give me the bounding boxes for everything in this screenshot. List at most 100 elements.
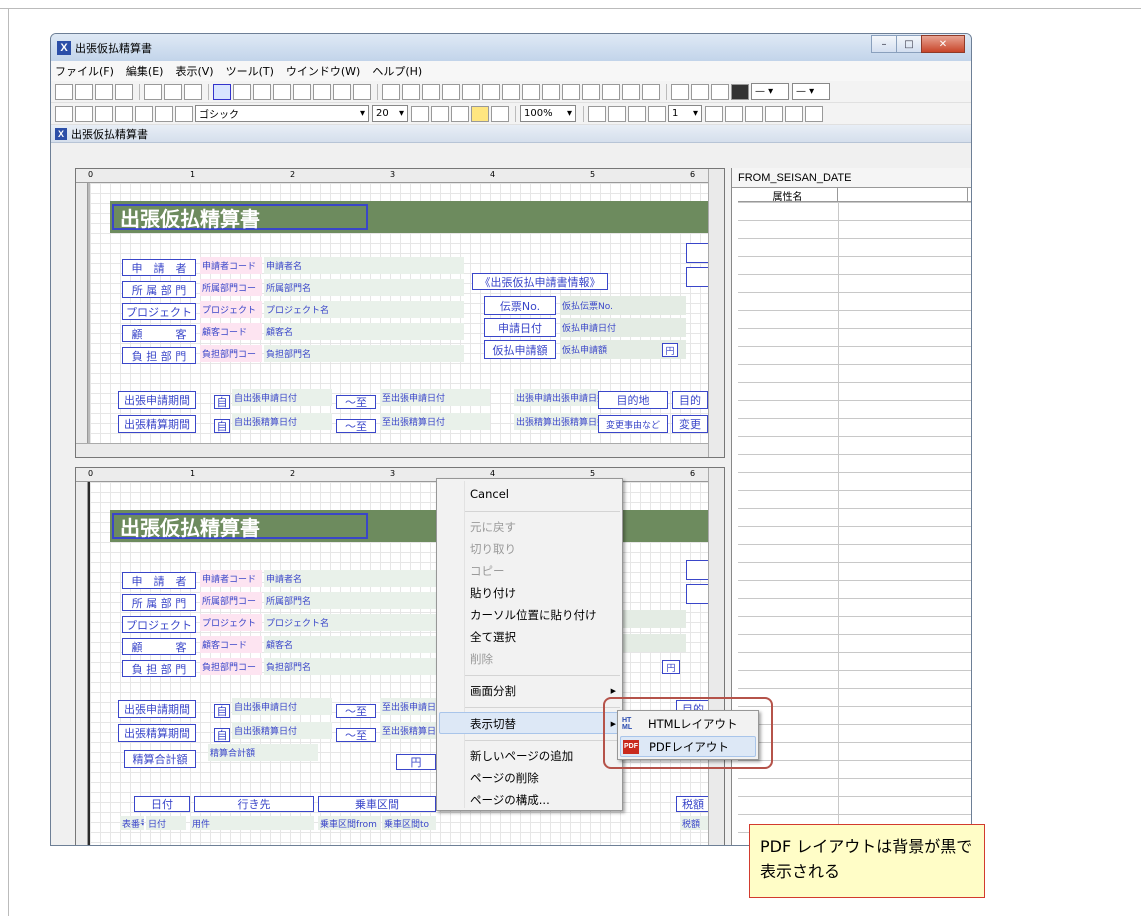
- field-customer-code[interactable]: 顧客コード: [200, 636, 262, 653]
- field-slip-no[interactable]: [616, 610, 686, 628]
- field-project-code[interactable]: プロジェクト: [200, 614, 262, 631]
- close-button[interactable]: ✕: [921, 35, 965, 53]
- field-applicant-name[interactable]: 申請者名: [264, 570, 436, 587]
- report-title[interactable]: 出張仮払精算書: [112, 513, 368, 540]
- label-apply-period[interactable]: 出張申請期間: [118, 391, 196, 409]
- menu-tools[interactable]: ツール(T): [226, 63, 274, 79]
- minimize-button[interactable]: –: [871, 35, 897, 53]
- field-to-settle[interactable]: 至出張精算日付: [380, 722, 436, 739]
- edit-icon[interactable]: [115, 83, 133, 100]
- title-bar[interactable]: X 出張仮払精算書 – □ ✕: [51, 34, 971, 61]
- label-department[interactable]: 所 属 部 門: [122, 281, 196, 298]
- field-slip-no[interactable]: 仮払伝票No.: [560, 296, 686, 315]
- field-cost-dept-name[interactable]: 負担部門名: [264, 658, 436, 675]
- pdf-layout-pane[interactable]: 0 1 2 3 4 5 6 出張仮払精算書 申 請 者 所 属 部 門 プロジェ…: [75, 467, 725, 845]
- detail-tax[interactable]: 税額: [680, 816, 708, 830]
- label-department[interactable]: 所 属 部 門: [122, 594, 196, 611]
- field-total[interactable]: 精算合計額: [208, 744, 318, 761]
- open-icon[interactable]: [75, 83, 93, 100]
- layer-5-icon[interactable]: [785, 105, 803, 122]
- menu-view[interactable]: 表示(V): [175, 63, 213, 79]
- label-applicant[interactable]: 申 請 者: [122, 259, 196, 276]
- field-cost-dept-code[interactable]: 負担部門コー: [200, 345, 262, 362]
- label-reason[interactable]: 変更事由など: [598, 415, 668, 433]
- vertical-scrollbar[interactable]: [708, 169, 724, 457]
- detail-date[interactable]: 日付: [146, 816, 186, 830]
- field-dept-name[interactable]: 所属部門名: [264, 592, 436, 609]
- label-from-1[interactable]: 自: [214, 704, 230, 718]
- field-to-settle[interactable]: 至出張精算日付: [380, 413, 490, 430]
- fill-color-icon[interactable]: [471, 105, 489, 122]
- line-tool-icon[interactable]: [253, 83, 271, 100]
- layer-6-icon[interactable]: [805, 105, 823, 122]
- field-kanji-icon[interactable]: [442, 83, 460, 100]
- label-customer[interactable]: 顧 客: [122, 325, 196, 342]
- label-total-yen[interactable]: 円: [396, 754, 436, 770]
- box-right-1[interactable]: [686, 560, 708, 580]
- col-tax[interactable]: 税額: [676, 796, 708, 812]
- label-cost-dept[interactable]: 負 担 部 門: [122, 660, 196, 677]
- new-icon[interactable]: [55, 83, 73, 100]
- menu-item-cut[interactable]: 切り取り: [470, 541, 516, 557]
- save-icon[interactable]: [95, 83, 113, 100]
- menu-item-add-page[interactable]: 新しいページの追加: [470, 748, 573, 764]
- detail-row-no[interactable]: 表番号: [120, 816, 144, 830]
- zoom-select[interactable]: 100% ▾: [520, 105, 576, 122]
- checkbox-icon[interactable]: [502, 83, 520, 100]
- menu-item-cancel[interactable]: Cancel: [470, 487, 509, 501]
- page-icon[interactable]: [608, 105, 626, 122]
- radio-icon[interactable]: [482, 83, 500, 100]
- list2-icon[interactable]: [542, 83, 560, 100]
- fill-rect-tool-icon[interactable]: [333, 83, 351, 100]
- label-settle-period[interactable]: 出張精算期間: [118, 415, 196, 433]
- label-to-1[interactable]: ～至: [336, 704, 376, 718]
- field-project-name[interactable]: プロジェクト名: [264, 614, 436, 631]
- grid-icon[interactable]: [164, 83, 182, 100]
- field-dept-code[interactable]: 所属部門コー: [200, 279, 262, 296]
- page3-icon[interactable]: [648, 105, 666, 122]
- col-route[interactable]: 乗車区間: [318, 796, 436, 812]
- field-dept-name[interactable]: 所属部門名: [264, 279, 464, 296]
- page-select[interactable]: 1 ▾: [668, 105, 702, 122]
- layer-3-icon[interactable]: [745, 105, 763, 122]
- no-icon[interactable]: [135, 105, 153, 122]
- layer-1-icon[interactable]: [705, 105, 723, 122]
- barcode-d-icon[interactable]: [622, 83, 640, 100]
- line-width-select[interactable]: — ▾: [792, 83, 830, 100]
- menu-item-switch-view[interactable]: 表示切替: [470, 716, 516, 732]
- field-customer-code[interactable]: 顧客コード: [200, 323, 262, 340]
- field-settle-days[interactable]: 出張精算出張精算日数: [514, 413, 598, 430]
- field-applicant-name[interactable]: 申請者名: [264, 257, 464, 274]
- table-icon[interactable]: [144, 83, 162, 100]
- label-purpose[interactable]: 目的: [672, 391, 708, 409]
- menu-window[interactable]: ウインドウ(W): [286, 63, 360, 79]
- label-to-2[interactable]: ～至: [336, 419, 376, 433]
- char-a-icon[interactable]: [115, 105, 133, 122]
- label-to-2[interactable]: ～至: [336, 728, 376, 742]
- field-apply-date[interactable]: 仮払申請日付: [560, 318, 686, 337]
- select-tool-icon[interactable]: [213, 83, 231, 100]
- detail-route-from[interactable]: 乗車区間from: [318, 816, 380, 830]
- menu-item-paste[interactable]: 貼り付け: [470, 585, 516, 601]
- menu-item-select-all[interactable]: 全て選択: [470, 629, 516, 645]
- field-applicant-code[interactable]: 申請者コード: [200, 570, 262, 587]
- list-icon[interactable]: [522, 83, 540, 100]
- frame-icon[interactable]: [711, 83, 729, 100]
- detail-route-to[interactable]: 乗車区間to: [382, 816, 436, 830]
- detail-purpose[interactable]: 用件: [190, 816, 314, 830]
- field-from-apply[interactable]: 自出張申請日付: [232, 698, 332, 715]
- bracket-icon[interactable]: [175, 105, 193, 122]
- menu-item-copy[interactable]: コピー: [470, 563, 505, 579]
- label-to-1[interactable]: ～至: [336, 395, 376, 409]
- field-apply-days[interactable]: 出張申請出張申請日数: [514, 389, 598, 406]
- field-project-code[interactable]: プロジェクト: [200, 301, 262, 318]
- label-change[interactable]: 変更: [672, 415, 708, 433]
- maximize-button[interactable]: □: [896, 35, 922, 53]
- line3-tool-icon[interactable]: [293, 83, 311, 100]
- label-project[interactable]: プロジェクト: [122, 303, 196, 320]
- line2-tool-icon[interactable]: [273, 83, 291, 100]
- font-size-select[interactable]: 20 ▾: [372, 105, 408, 122]
- color-black-icon[interactable]: [731, 83, 749, 100]
- label-yen[interactable]: 円: [662, 660, 680, 674]
- label-from-2[interactable]: 自: [214, 728, 230, 742]
